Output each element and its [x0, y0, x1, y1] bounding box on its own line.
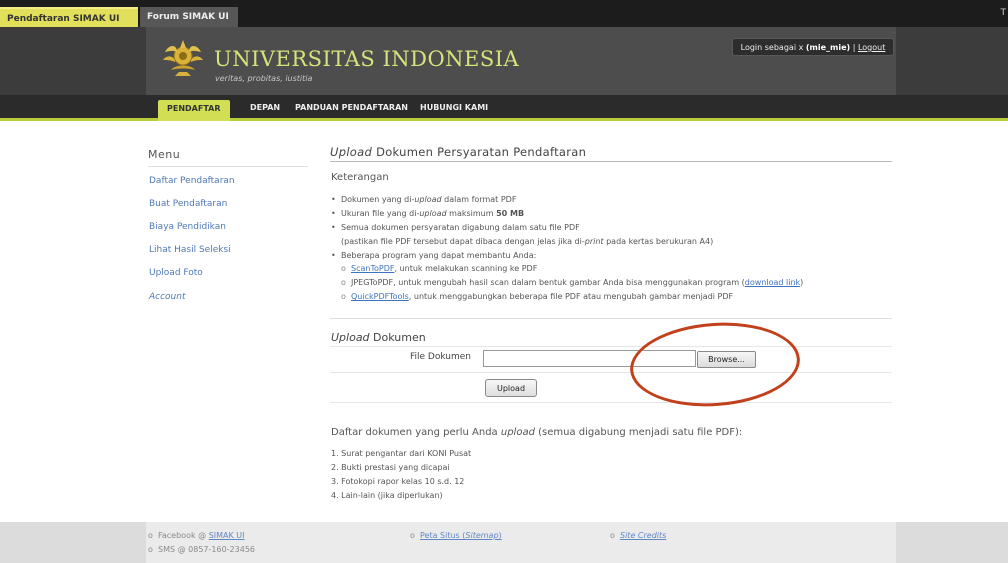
footer-bullet: o: [410, 531, 415, 540]
page-title-italic: Upload: [330, 145, 373, 159]
sidebar-item-biaya-pendidikan[interactable]: Biaya Pendidikan: [149, 222, 226, 232]
program-item: o ScanToPDF, untuk melakukan scanning ke …: [341, 264, 538, 273]
top-edge-text: T: [1000, 8, 1007, 18]
footer-bullet: o: [148, 531, 153, 540]
note-text-italic: upload: [414, 195, 442, 204]
note-item: • Ukuran file yang di-upload maksimum 50 …: [331, 209, 525, 218]
tab-pendaftaran-simak-ui[interactable]: Pendaftaran SIMAK UI: [0, 7, 138, 27]
list-item: 3. Fotokopi rapor kelas 10 s.d. 12: [331, 477, 465, 486]
note-item: • Semua dokumen persyaratan digabung dala…: [331, 223, 580, 232]
footer-credits: o Site Credits: [610, 531, 666, 540]
note-text-bold: 50 MB: [496, 209, 525, 218]
upload-title-italic: Upload: [331, 331, 370, 344]
note-text-italic: upload: [419, 209, 447, 218]
main-nav: PENDAFTAR DEPAN PANDUAN PENDAFTARAN HUBU…: [0, 95, 1008, 121]
title-divider: [330, 161, 892, 162]
note-text: Ukuran file yang di-: [341, 209, 420, 218]
note-text: Dokumen yang di-: [341, 195, 415, 204]
page-title: Upload Dokumen Persyaratan Pendaftaran: [330, 145, 586, 159]
section-divider: [330, 318, 892, 319]
note-text: Beberapa program yang dapat membantu And…: [341, 251, 537, 260]
login-username: (mie_mie): [805, 43, 851, 52]
program-item: o QuickPDFTools, untuk menggabungkan bebe…: [341, 292, 734, 301]
nav-hubungi-kami[interactable]: HUBUNGI KAMI: [420, 103, 488, 112]
sidebar-item-upload-foto[interactable]: Upload Foto: [149, 268, 203, 278]
footer-bullet: o: [148, 545, 153, 554]
note-text: dalam format PDF: [441, 195, 517, 204]
list-title-text: (semua digabung menjadi satu file PDF):: [534, 427, 743, 438]
upload-section-title: Upload Dokumen: [331, 331, 426, 344]
page-title-rest: Dokumen Persyaratan Pendaftaran: [372, 145, 587, 159]
nav-panduan-pendaftaran[interactable]: PANDUAN PENDAFTARAN: [295, 103, 408, 112]
list-item: 4. Lain-lain (jika diperlukan): [331, 491, 443, 500]
nav-depan[interactable]: DEPAN: [250, 103, 280, 112]
note-text: pada kertas berukuran A4): [603, 237, 714, 246]
upload-divider-mid: [330, 372, 892, 373]
list-item: 2. Bukti prestasi yang dicapai: [331, 463, 450, 472]
university-title: UNIVERSITAS INDONESIA: [214, 47, 520, 71]
logout-link[interactable]: Logout: [858, 43, 885, 52]
red-annotation-circle: [627, 317, 803, 412]
program-item: o JPEGToPDF, untuk mengubah hasil scan da…: [341, 278, 804, 287]
university-motto: veritas, probitas, iustitia: [215, 74, 313, 83]
tab-forum-simak-ui[interactable]: Forum SIMAK UI: [140, 7, 238, 27]
sidebar-divider: [148, 166, 308, 167]
download-link[interactable]: download link: [745, 278, 800, 287]
sitemap-text: ): [498, 531, 502, 540]
footer-sitemap: o Peta Situs (Sitemap): [410, 531, 502, 540]
file-dokumen-label: File Dokumen: [410, 352, 472, 362]
quickpdftools-link[interactable]: QuickPDFTools: [351, 292, 409, 301]
note-text: maksimum: [446, 209, 497, 218]
upload-button[interactable]: Upload: [485, 379, 537, 397]
upload-divider-top: [330, 346, 892, 347]
footer-bullet: o: [610, 531, 615, 540]
document-list-title: Daftar dokumen yang perlu Anda upload (s…: [331, 427, 742, 438]
program-text: , untuk melakukan scanning ke PDF: [394, 264, 538, 273]
login-prefix: Login sebagai x: [740, 43, 806, 52]
list-title-italic: upload: [500, 427, 535, 438]
top-tab-bar: Pendaftaran SIMAK UI Forum SIMAK UI T: [0, 0, 1008, 27]
program-text: JPEGToPDF, untuk mengubah hasil scan dal…: [351, 278, 745, 287]
makara-logo-icon: [163, 40, 203, 76]
site-footer: [0, 522, 1008, 563]
login-status: Login sebagai x (mie_mie) | Logout: [732, 38, 894, 56]
sidebar-item-lihat-hasil-seleksi[interactable]: Lihat Hasil Seleksi: [149, 245, 231, 255]
list-title-text: Daftar dokumen yang perlu Anda: [331, 427, 501, 438]
program-text: ): [800, 278, 804, 287]
program-text: , untuk menggabungkan beberapa file PDF …: [408, 292, 734, 301]
note-subtext: (pastikan file PDF tersebut dapat dibaca…: [341, 237, 713, 246]
upload-divider-bottom: [330, 402, 892, 403]
sidebar-item-buat-pendaftaran[interactable]: Buat Pendaftaran: [149, 199, 227, 209]
sitemap-link[interactable]: Peta Situs (Sitemap): [420, 531, 502, 540]
sidebar-title: Menu: [148, 148, 181, 161]
footer-facebook: o Facebook @ SIMAK UI: [148, 531, 245, 540]
footer-facebook-prefix: Facebook @: [158, 531, 209, 540]
sitemap-text: Peta Situs (: [420, 531, 466, 540]
note-item: • Dokumen yang di-upload dalam format PDF: [331, 195, 517, 204]
list-item: 1. Surat pengantar dari KONI Pusat: [331, 449, 472, 458]
note-item: • Beberapa program yang dapat membantu An…: [331, 251, 537, 260]
note-text: (pastikan file PDF tersebut dapat dibaca…: [341, 237, 585, 246]
login-separator: |: [850, 43, 858, 52]
sidebar-item-account[interactable]: Account: [149, 292, 186, 302]
note-text-italic: print: [584, 237, 604, 246]
note-text: Semua dokumen persyaratan digabung dalam…: [341, 223, 580, 232]
site-credits-link[interactable]: Site Credits: [620, 531, 666, 540]
footer-sms-text: SMS @ 0857-160-23456: [158, 545, 255, 554]
sitemap-italic: Sitemap: [465, 531, 499, 540]
footer-sms: o SMS @ 0857-160-23456: [148, 545, 255, 554]
facebook-simak-link[interactable]: SIMAK UI: [209, 531, 245, 540]
keterangan-heading: Keterangan: [331, 172, 389, 183]
upload-title-rest: Dokumen: [369, 331, 426, 344]
scantopdf-link[interactable]: ScanToPDF: [351, 264, 394, 273]
footer-center-band: [146, 522, 896, 563]
sidebar-item-daftar-pendaftaran[interactable]: Daftar Pendaftaran: [149, 176, 235, 186]
nav-pendaftar[interactable]: PENDAFTAR: [158, 100, 230, 121]
